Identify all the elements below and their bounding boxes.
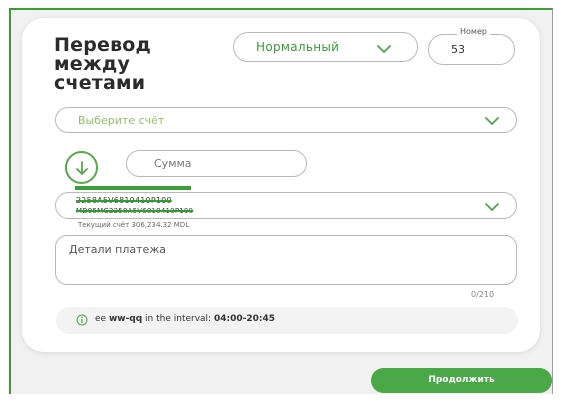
info-time: 04:00-20:45 [213,314,275,324]
source-account-placeholder: Выберите счёт [78,114,165,127]
document-number-field[interactable]: Номер 53 [428,27,515,65]
swap-direction-button[interactable] [65,151,98,184]
transfer-type-value: Нормальный [256,40,340,54]
arrow-down-icon [76,161,88,175]
character-counter: 0/210 [471,290,495,299]
number-value: 53 [451,43,465,56]
account-number: 2258A5V6819410P100 [76,196,172,205]
amount-input[interactable]: Сумма [126,150,307,177]
transfer-type-select[interactable]: Нормальный [233,32,418,62]
redaction-bar [75,186,191,190]
info-circle-icon [76,314,88,326]
chevron-down-icon [377,45,391,53]
source-account-select[interactable]: Выберите счёт [55,107,517,133]
chevron-down-icon [485,117,499,125]
destination-account-select[interactable]: 2258A5V6819410P100 MD95MG2258A5V6819410P… [55,192,517,219]
info-text: ee ww-qq in the interval: 04:00-20:45 [95,314,275,324]
title-line: счетами [54,72,146,94]
number-caption: Номер [457,27,490,36]
info-banner: ee ww-qq in the interval: 04:00-20:45 [56,307,518,334]
payment-details-placeholder: Детали платежа [69,243,166,256]
transfer-screen: Перевод между счетами Нормальный Номер 5… [0,0,563,402]
payment-details-textarea[interactable]: Детали платежа [55,235,517,285]
info-text-prefix: ee [95,314,109,324]
continue-button[interactable]: Продолжить [371,368,552,393]
account-iban: MD95MG2258A5V6819410P100 [76,207,194,215]
page-title: Перевод между счетами [54,36,204,93]
info-text-suffix: in the interval: [142,314,214,324]
amount-placeholder: Сумма [154,157,192,170]
info-text-highlight: ww-qq [108,314,143,324]
account-balance: Текущий счёт 306,234.32 MDL [78,221,190,229]
chevron-down-icon [485,203,499,211]
